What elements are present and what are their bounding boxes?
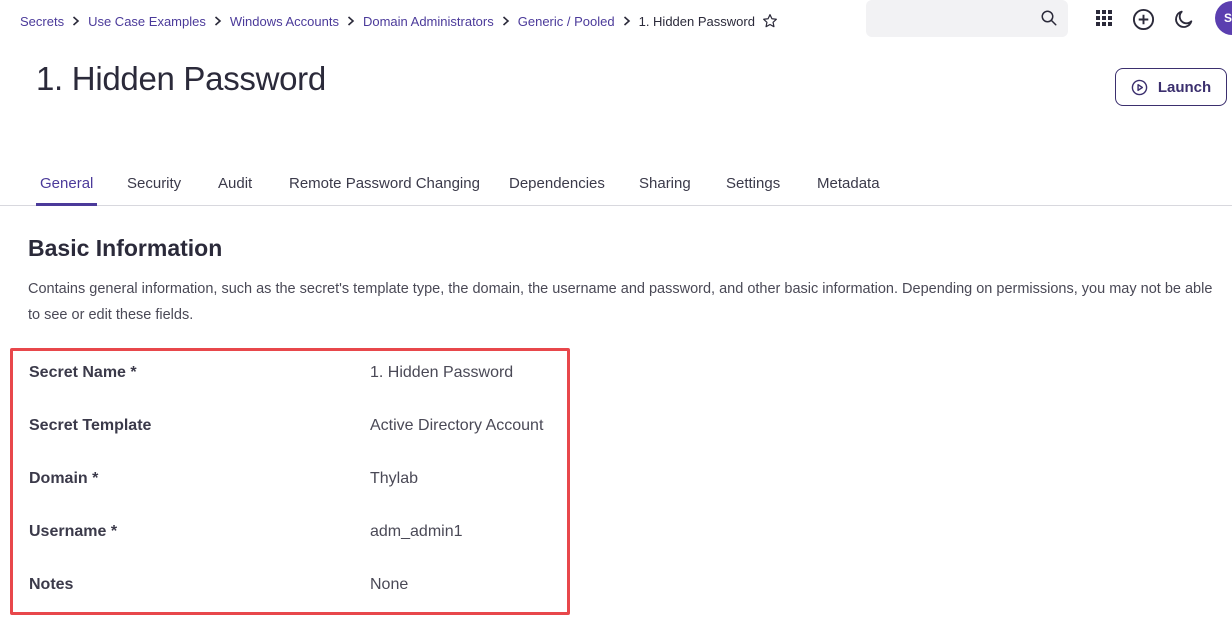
tab-settings[interactable]: Settings [726, 175, 780, 206]
tab-general[interactable]: General [36, 175, 98, 206]
tab-dependencies[interactable]: Dependencies [509, 175, 605, 206]
tab-metadata[interactable]: Metadata [817, 175, 880, 206]
play-circle-icon [1131, 79, 1148, 96]
breadcrumb-use-case-examples[interactable]: Use Case Examples [88, 14, 206, 29]
chevron-right-icon [502, 16, 510, 26]
field-value[interactable]: 1. Hidden Password [370, 364, 513, 382]
field-value[interactable]: Thylab [370, 470, 418, 488]
search-icon[interactable] [1040, 9, 1058, 32]
field-value[interactable]: None [370, 576, 408, 594]
breadcrumb-secrets[interactable]: Secrets [20, 14, 64, 29]
field-label: Notes [29, 576, 74, 593]
chevron-right-icon [347, 16, 355, 26]
field-value[interactable]: adm_admin1 [370, 523, 463, 541]
field-label: Domain * [29, 470, 99, 487]
field-value[interactable]: Active Directory Account [370, 417, 543, 435]
favorite-star-icon[interactable] [762, 13, 778, 29]
chevron-right-icon [214, 16, 222, 26]
field-label: Secret Name * [29, 364, 137, 381]
field-label: Secret Template [29, 417, 152, 434]
field-row-username: Username * adm_admin1 [13, 523, 567, 576]
top-bar: Secrets Use Case Examples Windows Accoun… [0, 0, 1232, 42]
breadcrumb-current: 1. Hidden Password [638, 13, 755, 29]
tab-bar: General Security Audit Remote Password C… [0, 163, 1232, 206]
breadcrumb-windows-accounts[interactable]: Windows Accounts [230, 14, 339, 29]
tab-audit[interactable]: Audit [218, 175, 252, 206]
breadcrumb: Secrets Use Case Examples Windows Accoun… [20, 13, 778, 29]
avatar-initial: S [1224, 11, 1232, 25]
field-row-secret-template: Secret Template Active Directory Account [13, 417, 567, 470]
add-circle-icon[interactable] [1132, 8, 1155, 31]
page-title: 1. Hidden Password [36, 60, 326, 97]
breadcrumb-domain-administrators[interactable]: Domain Administrators [363, 14, 494, 29]
search-box [866, 0, 1068, 37]
apps-grid-icon[interactable] [1095, 8, 1113, 28]
launch-label: Launch [1157, 78, 1212, 96]
section-description: Contains general information, such as th… [28, 281, 1213, 323]
section-title: Basic Information [28, 235, 223, 261]
avatar[interactable]: S [1215, 1, 1232, 35]
tab-sharing[interactable]: Sharing [639, 175, 691, 206]
fields-highlight-box: Secret Name * 1. Hidden Password Secret … [10, 348, 570, 615]
tab-security[interactable]: Security [127, 175, 181, 206]
tab-remote-password-changing[interactable]: Remote Password Changing [289, 175, 480, 206]
breadcrumb-generic-pooled[interactable]: Generic / Pooled [518, 14, 615, 29]
launch-button[interactable]: Launch [1115, 68, 1227, 106]
field-label: Username * [29, 523, 118, 540]
field-row-secret-name: Secret Name * 1. Hidden Password [13, 364, 567, 417]
dark-mode-moon-icon[interactable] [1173, 8, 1195, 30]
field-row-domain: Domain * Thylab [13, 470, 567, 523]
chevron-right-icon [623, 16, 631, 26]
chevron-right-icon [72, 16, 80, 26]
field-row-notes: Notes None [13, 576, 567, 629]
search-input[interactable] [866, 0, 1026, 37]
